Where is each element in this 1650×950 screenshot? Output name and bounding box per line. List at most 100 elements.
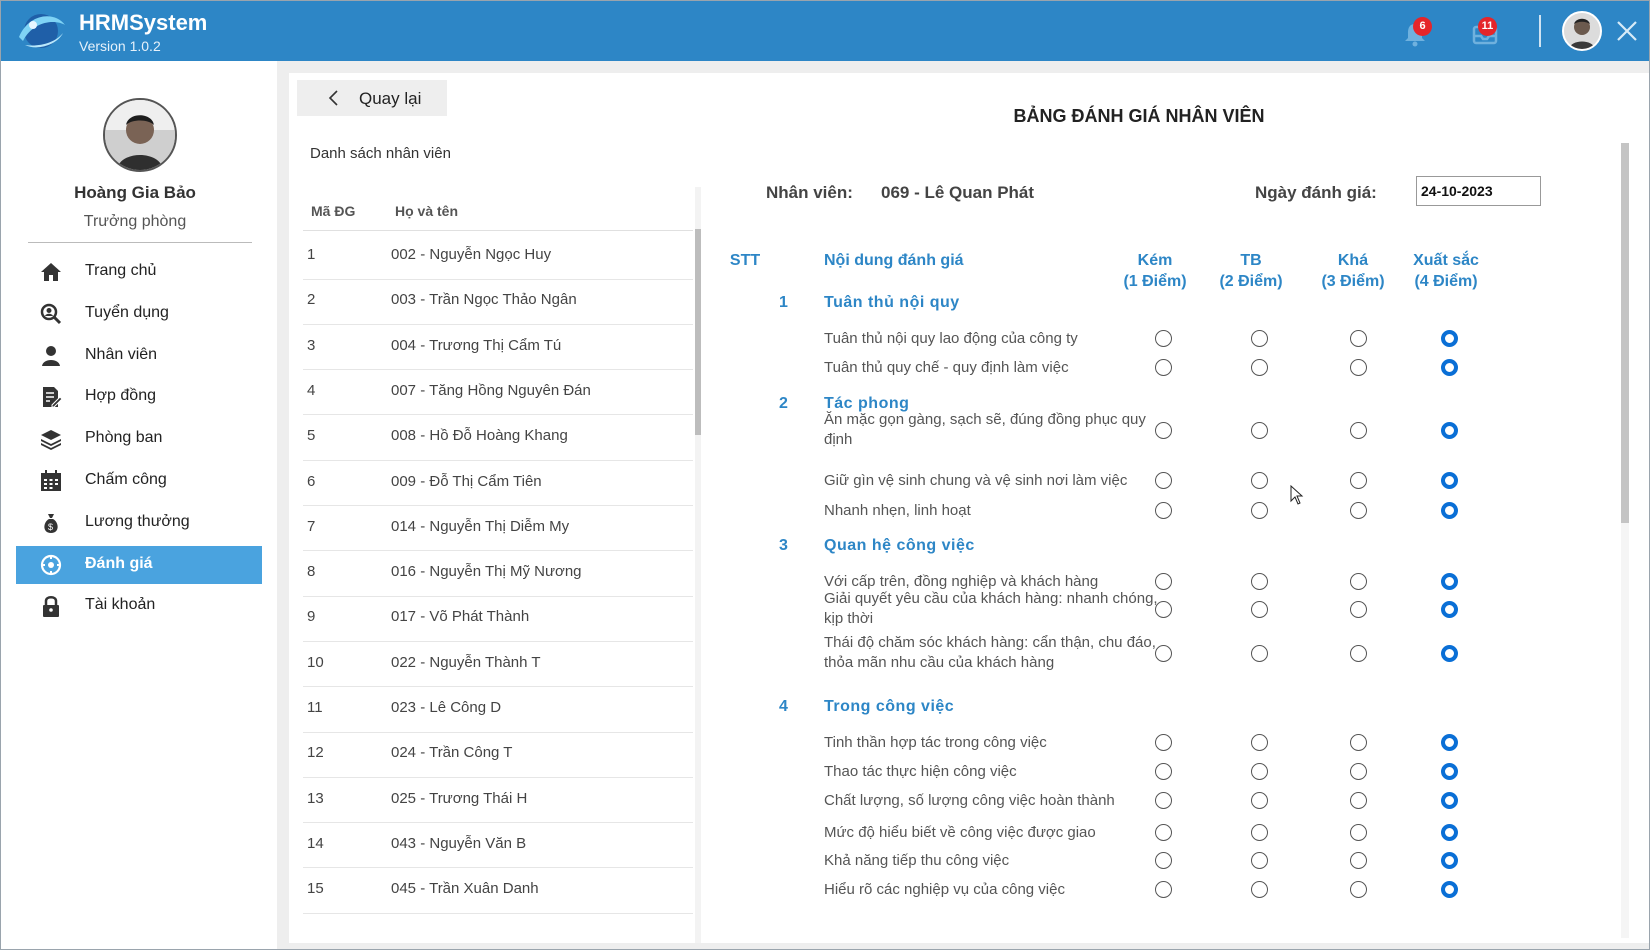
rating-radio[interactable] bbox=[1155, 852, 1172, 869]
rating-radio[interactable] bbox=[1350, 330, 1367, 347]
evaluation-date-field[interactable] bbox=[1416, 176, 1541, 206]
employee-row[interactable]: 6 009 - Đỗ Thị Cẩm Tiên bbox=[303, 459, 693, 506]
rating-radio[interactable] bbox=[1350, 502, 1367, 519]
employee-row[interactable]: 14 043 - Nguyễn Văn B bbox=[303, 821, 693, 869]
rating-radio[interactable] bbox=[1251, 502, 1268, 519]
rating-radio[interactable] bbox=[1350, 422, 1367, 439]
sidebar-item-account[interactable]: Tài khoản bbox=[16, 587, 262, 625]
employee-row[interactable]: 7 014 - Nguyễn Thị Diễm My bbox=[303, 504, 693, 552]
rating-radio[interactable] bbox=[1155, 792, 1172, 809]
employee-row[interactable]: 4 007 - Tăng Hồng Nguyên Đán bbox=[303, 368, 693, 416]
date-label: Ngày đánh giá: bbox=[1255, 183, 1377, 202]
employee-row[interactable]: 3 004 - Trương Thị Cẩm Tú bbox=[303, 323, 693, 371]
rating-radio[interactable] bbox=[1155, 601, 1172, 618]
rating-radio[interactable] bbox=[1155, 330, 1172, 347]
rating-radio[interactable] bbox=[1441, 881, 1458, 898]
rating-radio[interactable] bbox=[1251, 852, 1268, 869]
rating-radio[interactable] bbox=[1251, 359, 1268, 376]
back-button[interactable]: Quay lại bbox=[297, 80, 447, 116]
profile-divider bbox=[28, 242, 252, 243]
employee-row-id: 13 bbox=[307, 789, 324, 807]
employee-row[interactable]: 12 024 - Trần Công T bbox=[303, 730, 693, 778]
message-badge: 11 bbox=[1478, 17, 1497, 36]
rating-radio[interactable] bbox=[1251, 824, 1268, 841]
rating-radio[interactable] bbox=[1441, 734, 1458, 751]
sidebar-item-salary[interactable]: $ Lương thưởng bbox=[16, 504, 262, 542]
sidebar-item-label: Tài khoản bbox=[85, 596, 156, 613]
sidebar-item-home[interactable]: Trang chủ bbox=[16, 253, 262, 291]
rating-radio[interactable] bbox=[1350, 734, 1367, 751]
rating-radio[interactable] bbox=[1441, 359, 1458, 376]
employee-row[interactable]: 13 025 - Trương Thái H bbox=[303, 776, 693, 824]
rating-radio[interactable] bbox=[1350, 881, 1367, 898]
criterion-text: Tuân thủ nội quy lao động của công ty bbox=[824, 330, 1078, 347]
rating-radio[interactable] bbox=[1441, 601, 1458, 618]
sidebar-item-departments[interactable]: Phòng ban bbox=[16, 420, 262, 458]
sidebar-item-contracts[interactable]: Hợp đồng bbox=[16, 378, 262, 416]
rating-radio[interactable] bbox=[1441, 573, 1458, 590]
rating-radio[interactable] bbox=[1155, 881, 1172, 898]
rating-radio[interactable] bbox=[1441, 792, 1458, 809]
rating-radio[interactable] bbox=[1155, 502, 1172, 519]
rating-radio[interactable] bbox=[1251, 573, 1268, 590]
employee-row[interactable]: 10 022 - Nguyễn Thành T bbox=[303, 640, 693, 688]
employee-row-name: 024 - Trần Công T bbox=[391, 744, 513, 762]
rating-radio[interactable] bbox=[1155, 359, 1172, 376]
rating-radio[interactable] bbox=[1441, 422, 1458, 439]
close-icon[interactable] bbox=[1613, 17, 1641, 45]
employee-row[interactable]: 2 003 - Trần Ngọc Thảo Ngân bbox=[303, 277, 693, 325]
rating-radio[interactable] bbox=[1251, 472, 1268, 489]
rating-radio[interactable] bbox=[1350, 472, 1367, 489]
rating-radio[interactable] bbox=[1155, 763, 1172, 780]
rating-radio[interactable] bbox=[1155, 472, 1172, 489]
person-icon bbox=[42, 346, 60, 366]
svg-text:$: $ bbox=[48, 522, 53, 532]
employee-row[interactable]: 11 023 - Lê Công D bbox=[303, 685, 693, 733]
rating-radio[interactable] bbox=[1441, 502, 1458, 519]
user-avatar[interactable] bbox=[1562, 11, 1602, 51]
rating-radio[interactable] bbox=[1441, 824, 1458, 841]
rating-radio[interactable] bbox=[1350, 852, 1367, 869]
rating-radio[interactable] bbox=[1251, 330, 1268, 347]
rating-radio[interactable] bbox=[1251, 422, 1268, 439]
employee-row[interactable]: 15 045 - Trần Xuân Danh bbox=[303, 866, 693, 914]
rating-radio[interactable] bbox=[1441, 645, 1458, 662]
rating-radio[interactable] bbox=[1251, 601, 1268, 618]
rating-radio[interactable] bbox=[1350, 601, 1367, 618]
rating-radio[interactable] bbox=[1251, 734, 1268, 751]
rating-radio[interactable] bbox=[1251, 881, 1268, 898]
sidebar-item-employees[interactable]: Nhân viên bbox=[16, 337, 262, 375]
employee-row[interactable]: 1 002 - Nguyễn Ngọc Huy bbox=[303, 232, 693, 280]
employee-row-id: 1 bbox=[307, 246, 316, 263]
rating-radio[interactable] bbox=[1441, 472, 1458, 489]
employee-row[interactable]: 5 008 - Hồ Đỗ Hoàng Khang bbox=[303, 413, 693, 461]
evaluation-icon bbox=[40, 554, 62, 576]
rating-radio[interactable] bbox=[1350, 573, 1367, 590]
sidebar-item-recruitment[interactable]: Tuyển dụng bbox=[16, 295, 262, 333]
rating-radio[interactable] bbox=[1251, 792, 1268, 809]
employee-row[interactable]: 8 016 - Nguyễn Thị Mỹ Nương bbox=[303, 549, 693, 597]
rating-radio[interactable] bbox=[1155, 824, 1172, 841]
rating-radio[interactable] bbox=[1350, 792, 1367, 809]
sidebar-item-evaluation[interactable]: Đánh giá bbox=[16, 546, 262, 584]
rating-radio[interactable] bbox=[1441, 330, 1458, 347]
rating-radio[interactable] bbox=[1350, 359, 1367, 376]
rating-radio[interactable] bbox=[1441, 852, 1458, 869]
rating-radio[interactable] bbox=[1155, 422, 1172, 439]
rating-radio[interactable] bbox=[1251, 645, 1268, 662]
form-scroll-thumb[interactable] bbox=[1621, 143, 1629, 523]
section-title: Quan hệ công việc bbox=[824, 537, 975, 554]
employee-row-name: 008 - Hồ Đỗ Hoàng Khang bbox=[391, 427, 568, 445]
layers-icon bbox=[41, 430, 61, 450]
rating-radio[interactable] bbox=[1155, 645, 1172, 662]
sidebar-item-attendance[interactable]: Chấm công bbox=[16, 462, 262, 500]
rating-radio[interactable] bbox=[1350, 645, 1367, 662]
rating-radio[interactable] bbox=[1251, 763, 1268, 780]
rating-radio[interactable] bbox=[1350, 824, 1367, 841]
rating-radio[interactable] bbox=[1350, 763, 1367, 780]
rating-radio[interactable] bbox=[1441, 763, 1458, 780]
employee-list-scroll-thumb[interactable] bbox=[695, 229, 701, 435]
employee-row[interactable]: 9 017 - Võ Phát Thành bbox=[303, 594, 693, 642]
rating-radio[interactable] bbox=[1155, 734, 1172, 751]
rating-radio[interactable] bbox=[1155, 573, 1172, 590]
